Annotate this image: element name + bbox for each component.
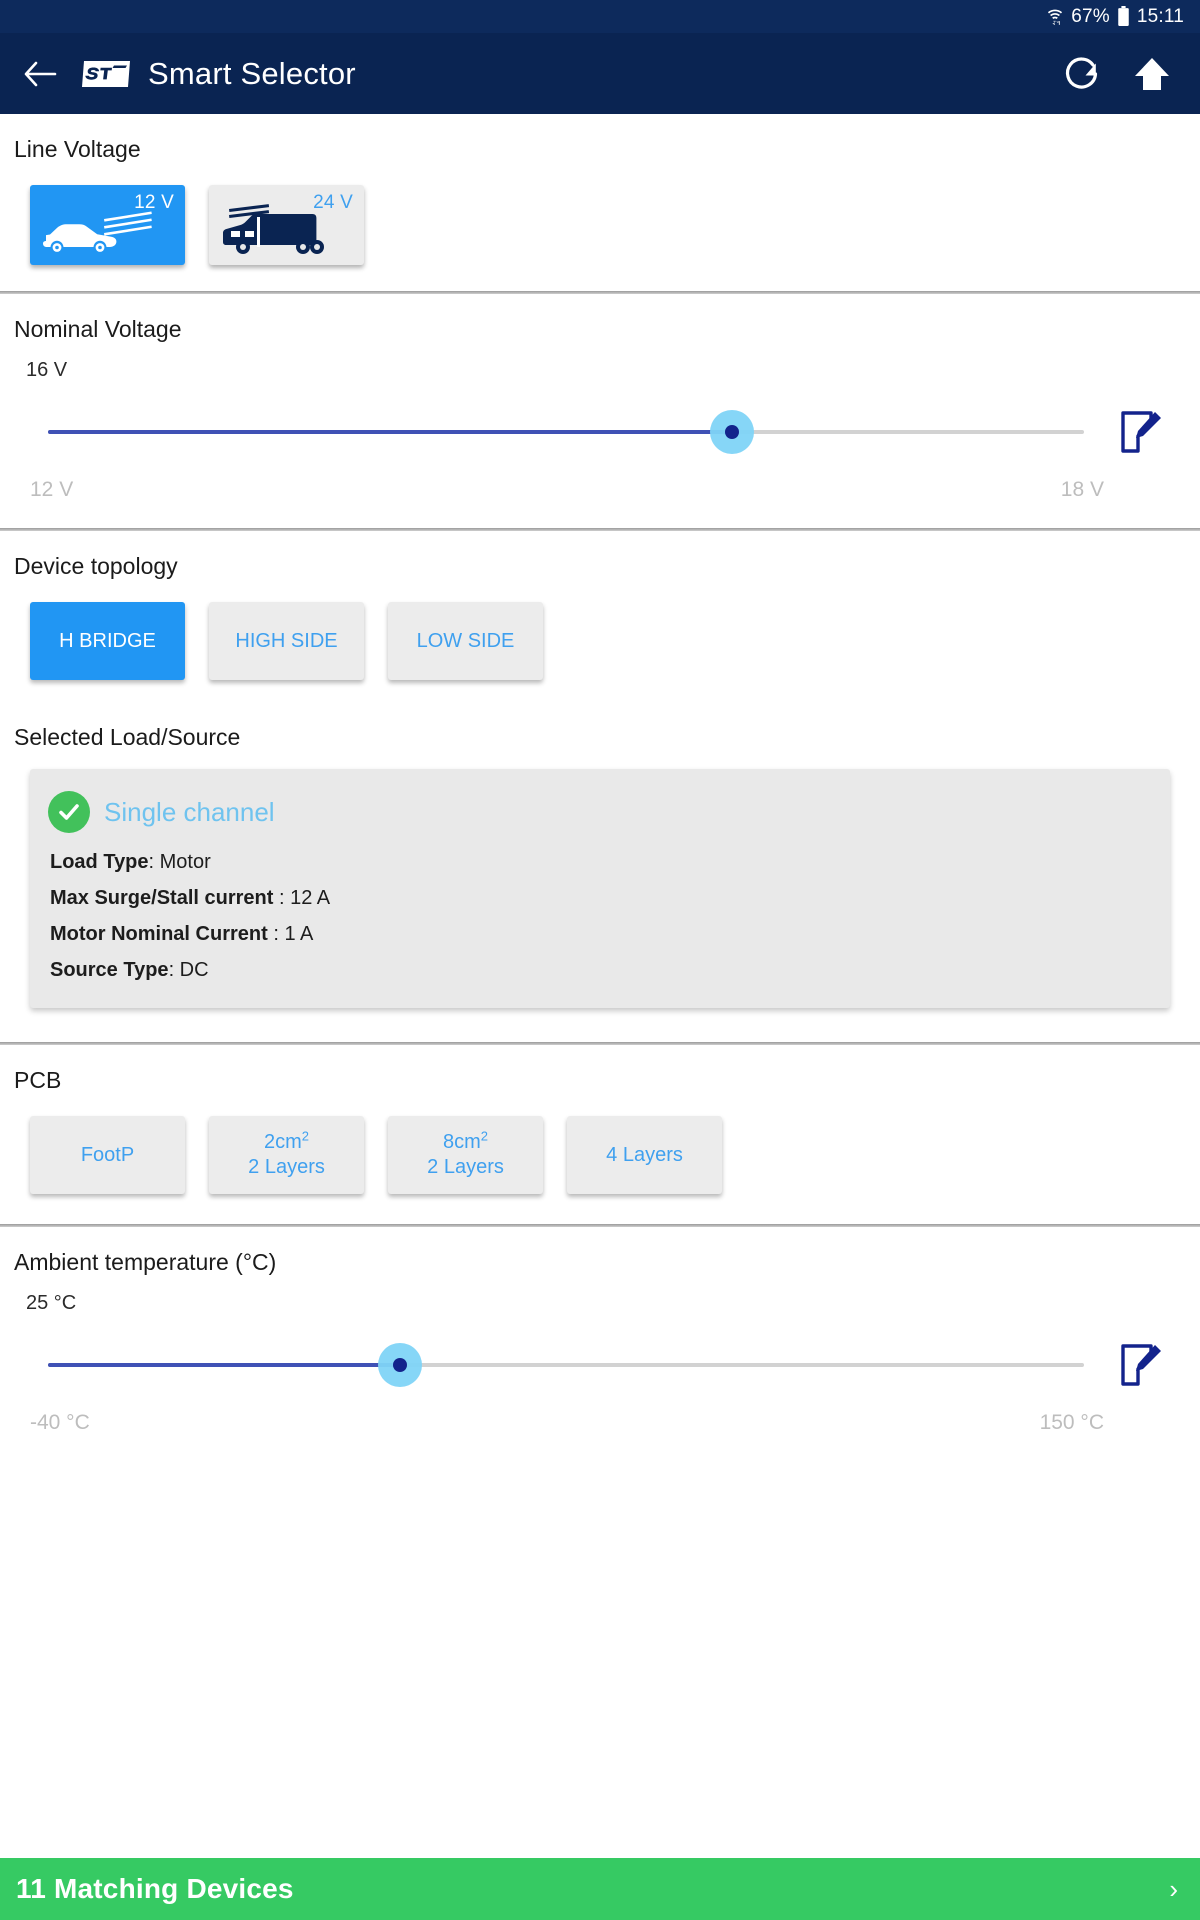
matching-devices-label: 11 Matching Devices [16,1873,294,1904]
section-line-voltage: Line Voltage 12 V 24 V [0,114,1200,291]
pcb-option-8cm2-line2: 2 Layers [427,1156,504,1178]
ambient-temperature-edit-pencil-icon[interactable] [1112,1337,1168,1393]
pcb-option-footp-label: FootP [80,1143,135,1166]
nominal-voltage-value: 16 V [26,359,68,381]
pcb-option-2cm2-line1: 2cm [263,1131,302,1153]
ambient-temperature-min: -40 °C [30,1411,90,1434]
pcb-option-4layers[interactable]: 4 Layers [567,1116,722,1194]
load-row-source-type: Source Type: DC [48,959,1146,982]
topology-option-low-side[interactable]: LOW SIDE [388,602,543,680]
check-circle-icon [48,791,90,833]
load-row-value: : Motor [148,851,211,873]
load-row-value: : 12 A [273,887,331,909]
load-row-key: Source Type [50,959,169,981]
section-device-topology: Device topology H BRIDGE HIGH SIDE LOW S… [0,531,1200,710]
nominal-voltage-slider-row [0,382,1200,460]
car-icon [43,211,152,252]
line-voltage-options: 12 V 24 V [0,163,1200,291]
pcb-option-4layers-label: 4 Layers [606,1143,683,1166]
device-topology-options: H BRIDGE HIGH SIDE LOW SIDE [0,580,1200,710]
slider-track-fill [48,1363,401,1367]
selected-load-card[interactable]: Single channel Load Type: Motor Max Surg… [30,769,1170,1008]
topology-option-low-side-label: LOW SIDE [416,629,515,652]
ambient-temperature-slider[interactable] [48,1343,1084,1387]
status-bar: 67% 15:11 [0,0,1200,33]
pcb-option-8cm2-2layers[interactable]: 8cm2 2 Layers [388,1116,543,1194]
load-row-load-type: Load Type: Motor [48,851,1146,874]
ambient-temperature-title: Ambient temperature (°C) [14,1249,277,1275]
load-row-key: Motor Nominal Current [50,923,268,945]
nominal-voltage-title: Nominal Voltage [14,316,182,342]
app-screen: 67% 15:11 Smart Selector Line Voltage 12… [0,0,1200,1920]
load-row-key: Max Surge/Stall current [50,887,274,909]
line-voltage-option-24v[interactable]: 24 V [209,185,364,265]
topology-option-h-bridge[interactable]: H BRIDGE [30,602,185,680]
topology-option-high-side-label: HIGH SIDE [235,629,338,652]
battery-icon [1117,6,1130,27]
back-arrow-icon[interactable] [18,52,62,96]
page-title: Smart Selector [148,55,356,91]
truck-icon [223,204,324,254]
status-clock: 15:11 [1136,5,1184,27]
slider-thumb-dot [724,425,739,439]
topology-option-h-bridge-label: H BRIDGE [59,629,156,652]
st-logo [82,60,130,87]
section-pcb: PCB FootP 2cm2 2 Layers 8cm2 2 Layers 4 La… [0,1045,1200,1224]
device-topology-title: Device topology [14,553,178,579]
pcb-option-2cm2-sup: 2 [301,1128,310,1144]
nominal-voltage-min: 12 V [30,478,74,501]
load-row-motor-nominal-current: Motor Nominal Current : 1 A [48,923,1146,946]
load-row-key: Load Type [50,851,149,873]
section-ambient-temperature: Ambient temperature (°C) 25 °C -40 °C 15… [0,1227,1200,1461]
line-voltage-title: Line Voltage [14,136,141,162]
chevron-right-icon: › [1169,1873,1178,1904]
pcb-option-footp[interactable]: FootP [30,1116,185,1194]
topology-option-high-side[interactable]: HIGH SIDE [209,602,364,680]
battery-percent: 67% [1071,5,1110,27]
section-selected-load: Selected Load/Source Single channel Load… [0,710,1200,1042]
section-nominal-voltage: Nominal Voltage 16 V 12 V 18 V [0,294,1200,528]
pcb-option-2cm2-2layers[interactable]: 2cm2 2 Layers [209,1116,364,1194]
nominal-voltage-slider[interactable] [48,410,1084,454]
selected-load-channel: Single channel [104,796,275,827]
load-row-max-surge: Max Surge/Stall current : 12 A [48,887,1146,910]
wifi-icon [1046,7,1064,27]
ambient-temperature-range: -40 °C 150 °C [0,1393,1200,1461]
pcb-title: PCB [14,1067,62,1093]
refresh-icon[interactable] [1056,48,1108,100]
pcb-option-2cm2-line2: 2 Layers [248,1156,325,1178]
home-icon[interactable] [1126,48,1178,100]
line-voltage-option-12v[interactable]: 12 V [30,185,185,265]
ambient-temperature-max: 150 °C [1039,1411,1104,1434]
slider-thumb-dot [393,1358,408,1372]
app-bar: Smart Selector [0,33,1200,114]
pcb-option-8cm2-sup: 2 [480,1128,489,1144]
load-row-value: : 1 A [267,923,314,945]
ambient-temperature-value: 25 °C [26,1292,77,1314]
matching-devices-bar[interactable]: 11 Matching Devices › [0,1858,1200,1920]
nominal-voltage-range: 12 V 18 V [0,460,1200,528]
pcb-option-8cm2-line1: 8cm [442,1131,481,1153]
selected-load-title: Selected Load/Source [14,724,241,750]
nominal-voltage-max: 18 V [1060,478,1104,501]
load-row-value: : DC [168,959,209,981]
pcb-options: FootP 2cm2 2 Layers 8cm2 2 Layers 4 Layers [0,1094,1200,1224]
nominal-voltage-edit-pencil-icon[interactable] [1112,404,1168,460]
slider-track-fill [48,430,732,434]
ambient-temperature-slider-row [0,1315,1200,1393]
